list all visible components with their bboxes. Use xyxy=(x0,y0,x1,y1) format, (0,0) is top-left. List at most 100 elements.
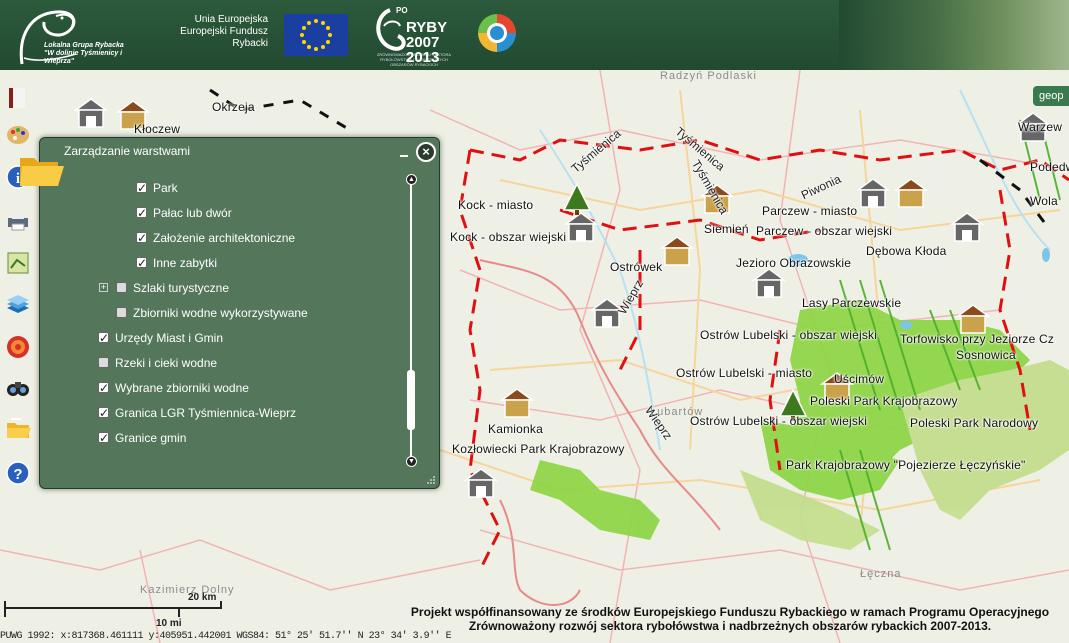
map-label-kloczew: Kłoczew xyxy=(134,122,181,136)
folder-icon xyxy=(20,158,64,186)
layer-label: Zbiorniki wodne wykorzystywane xyxy=(133,306,308,320)
layer-checkbox[interactable] xyxy=(136,254,147,272)
geoportal-tab[interactable]: geop xyxy=(1033,86,1069,106)
layer-checkbox[interactable] xyxy=(116,282,127,293)
layer-checkbox[interactable] xyxy=(98,429,109,447)
layer-checkbox[interactable] xyxy=(116,307,127,318)
layer-management-panel[interactable]: Zarządzanie warstwami × Park Pałac lub dw… xyxy=(20,137,440,489)
map-label-ostrowek: Ostrówek xyxy=(610,260,663,274)
map-town-lubartow: Lubartów xyxy=(650,406,704,418)
map-label-kock-obszar: Kock - obszar wiejski xyxy=(450,230,567,244)
map-label-ostrow-obszar-2: Ostrów Lubelski - obszar wiejski xyxy=(690,414,868,428)
park-marker-icon[interactable] xyxy=(560,182,594,216)
manor-marker-icon[interactable] xyxy=(894,176,928,210)
manor-marker-icon[interactable] xyxy=(956,302,990,336)
map-label-kock-miasto: Kock - miasto xyxy=(458,198,534,212)
layer-checkbox[interactable] xyxy=(98,329,109,347)
panel-scrollbar[interactable]: ▲ ▼ xyxy=(406,174,417,468)
po-ryby-logo: PO RYBY 2007 2013 ZRÓWNOWAŻONY ROZWÓJ SE… xyxy=(370,4,456,67)
resize-grip-icon[interactable] xyxy=(426,475,436,485)
layer-label: Granice gmin xyxy=(115,431,187,445)
layer-checkbox[interactable] xyxy=(98,379,109,397)
map-label-debowa-kloda: Dębowa Kłoda xyxy=(866,244,947,258)
map-label-wola: Wola xyxy=(1030,194,1058,208)
layer-label: Szlaki turystyczne xyxy=(133,281,230,295)
folder-open-icon[interactable] xyxy=(5,416,31,442)
binoculars-icon[interactable] xyxy=(5,374,31,400)
manor-marker-icon[interactable] xyxy=(500,386,534,420)
footer-funding-text: Projekt współfinansowany ze środków Euro… xyxy=(400,605,1060,633)
layer-label: Rzeki i cieki wodne xyxy=(115,356,218,370)
map-label-ostrow-miasto: Ostrów Lubelski - miasto xyxy=(676,366,813,380)
monument-marker-icon[interactable] xyxy=(74,96,108,130)
eu-line-3: Rybacki xyxy=(232,38,268,49)
lgr-logo[interactable]: Lokalna Grupa Rybacka "W dolinie Tyśmien… xyxy=(16,6,136,66)
map-label-poleski-park-krajobrazowy: Poleski Park Krajobrazowy xyxy=(810,394,958,408)
book-icon[interactable] xyxy=(5,85,31,111)
map-label-park-pojezierze: Park Krajobrazowy "Pojezierze Łęczyńskie… xyxy=(786,458,1026,472)
map-town-leczna: Łęczna xyxy=(860,568,902,580)
eu-text: Unia Europejska Europejski Fundusz Rybac… xyxy=(160,14,268,50)
layer-label: Inne zabytki xyxy=(153,256,218,270)
logo-tagline: "W dolinie Tyśmienicy i Wieprza" xyxy=(44,50,123,65)
map-label-lasy-parczewskie: Lasy Parczewskie xyxy=(802,296,902,310)
scale-bar-left-tick xyxy=(4,601,6,617)
close-button[interactable]: × xyxy=(416,142,436,162)
eu-line-1: Unia Europejska xyxy=(194,14,268,25)
map-label-torfowisko: Torfowisko przy Jeziorze Cz xyxy=(900,332,1055,346)
scroll-up-button[interactable]: ▲ xyxy=(406,174,417,185)
map-edit-icon[interactable] xyxy=(5,250,31,276)
monument-marker-icon[interactable] xyxy=(950,210,984,244)
map-label-warzew: Warzew xyxy=(1018,120,1063,134)
logo-title: Lokalna Grupa Rybacka xyxy=(44,42,124,49)
layer-label: Założenie architektoniczne xyxy=(153,231,296,245)
po-name: RYBY xyxy=(406,19,448,36)
layer-checkbox[interactable] xyxy=(136,229,147,247)
scale-bar-km xyxy=(4,607,222,609)
footer-line-1: Projekt współfinansowany ze środków Euro… xyxy=(410,605,1050,619)
map-label-parczew-miasto: Parczew - miasto xyxy=(762,204,858,218)
layer-checkbox[interactable] xyxy=(136,179,147,197)
map-label-sosnowica: Sosnowica xyxy=(956,348,1016,362)
footer-line-2: Zrównoważony rozwój sektora rybołówstwa … xyxy=(468,619,992,633)
scale-km-label: 20 km xyxy=(188,592,217,603)
map-scale: 20 km 10 mi xyxy=(4,592,224,630)
monument-marker-icon[interactable] xyxy=(464,466,498,500)
layer-checkbox[interactable] xyxy=(98,357,109,368)
map-label-jezioro-obrazowskie: Jezioro Obrazowskie xyxy=(736,256,852,270)
map-label-poleski-park-narodowy: Poleski Park Narodowy xyxy=(910,416,1039,430)
layer-label: Wybrane zbiorniki wodne xyxy=(115,381,249,395)
map-label-parczew-obszar: Parczew - obszar wiejski xyxy=(756,224,893,238)
map-label-okrzeja: Okrzeja xyxy=(212,100,255,114)
printer-icon[interactable] xyxy=(5,208,31,234)
map-label-kamionka: Kamionka xyxy=(488,422,543,436)
scale-bar-km-tick xyxy=(220,601,222,609)
map-label-kozlowiecki: Kozłowiecki Park Krajobrazowy xyxy=(452,442,625,456)
app-header: Lokalna Grupa Rybacka "W dolinie Tyśmien… xyxy=(0,0,1069,70)
palette-icon[interactable] xyxy=(5,122,31,148)
po-label: PO xyxy=(396,6,408,15)
monument-marker-icon[interactable] xyxy=(752,266,786,300)
expand-toggle[interactable]: + xyxy=(99,283,108,292)
help-icon[interactable]: ? xyxy=(5,460,31,486)
layer-checkbox[interactable] xyxy=(136,204,147,222)
map-label-uscimow: Uścimów xyxy=(834,372,885,386)
scale-bar-mi-tick xyxy=(178,609,180,617)
layer-checkbox[interactable] xyxy=(98,404,109,422)
layers-icon[interactable] xyxy=(5,292,31,318)
target-icon[interactable] xyxy=(5,334,31,360)
scrollbar-thumb[interactable] xyxy=(407,370,415,430)
layer-label: Granica LGR Tyśmiennica-Wieprz xyxy=(115,406,297,420)
manor-marker-icon[interactable] xyxy=(660,234,694,268)
panel-title: Zarządzanie warstwami xyxy=(64,144,191,158)
minimize-button[interactable] xyxy=(398,146,410,158)
po-subtitle: ZRÓWNOWAŻONY ROZWÓJ SEKTORA RYBOŁÓWSTWA … xyxy=(376,52,452,67)
map-label-podedworz: Podedwórz xyxy=(1030,160,1069,174)
scroll-down-button[interactable]: ▼ xyxy=(406,456,417,467)
po-year-1: 2007 xyxy=(406,34,440,51)
eu-flag-icon xyxy=(284,14,348,56)
monument-marker-icon[interactable] xyxy=(856,176,890,210)
header-forest-image xyxy=(839,0,1069,70)
globe-logo-icon xyxy=(476,12,518,54)
layer-label: Pałac lub dwór xyxy=(153,206,232,220)
